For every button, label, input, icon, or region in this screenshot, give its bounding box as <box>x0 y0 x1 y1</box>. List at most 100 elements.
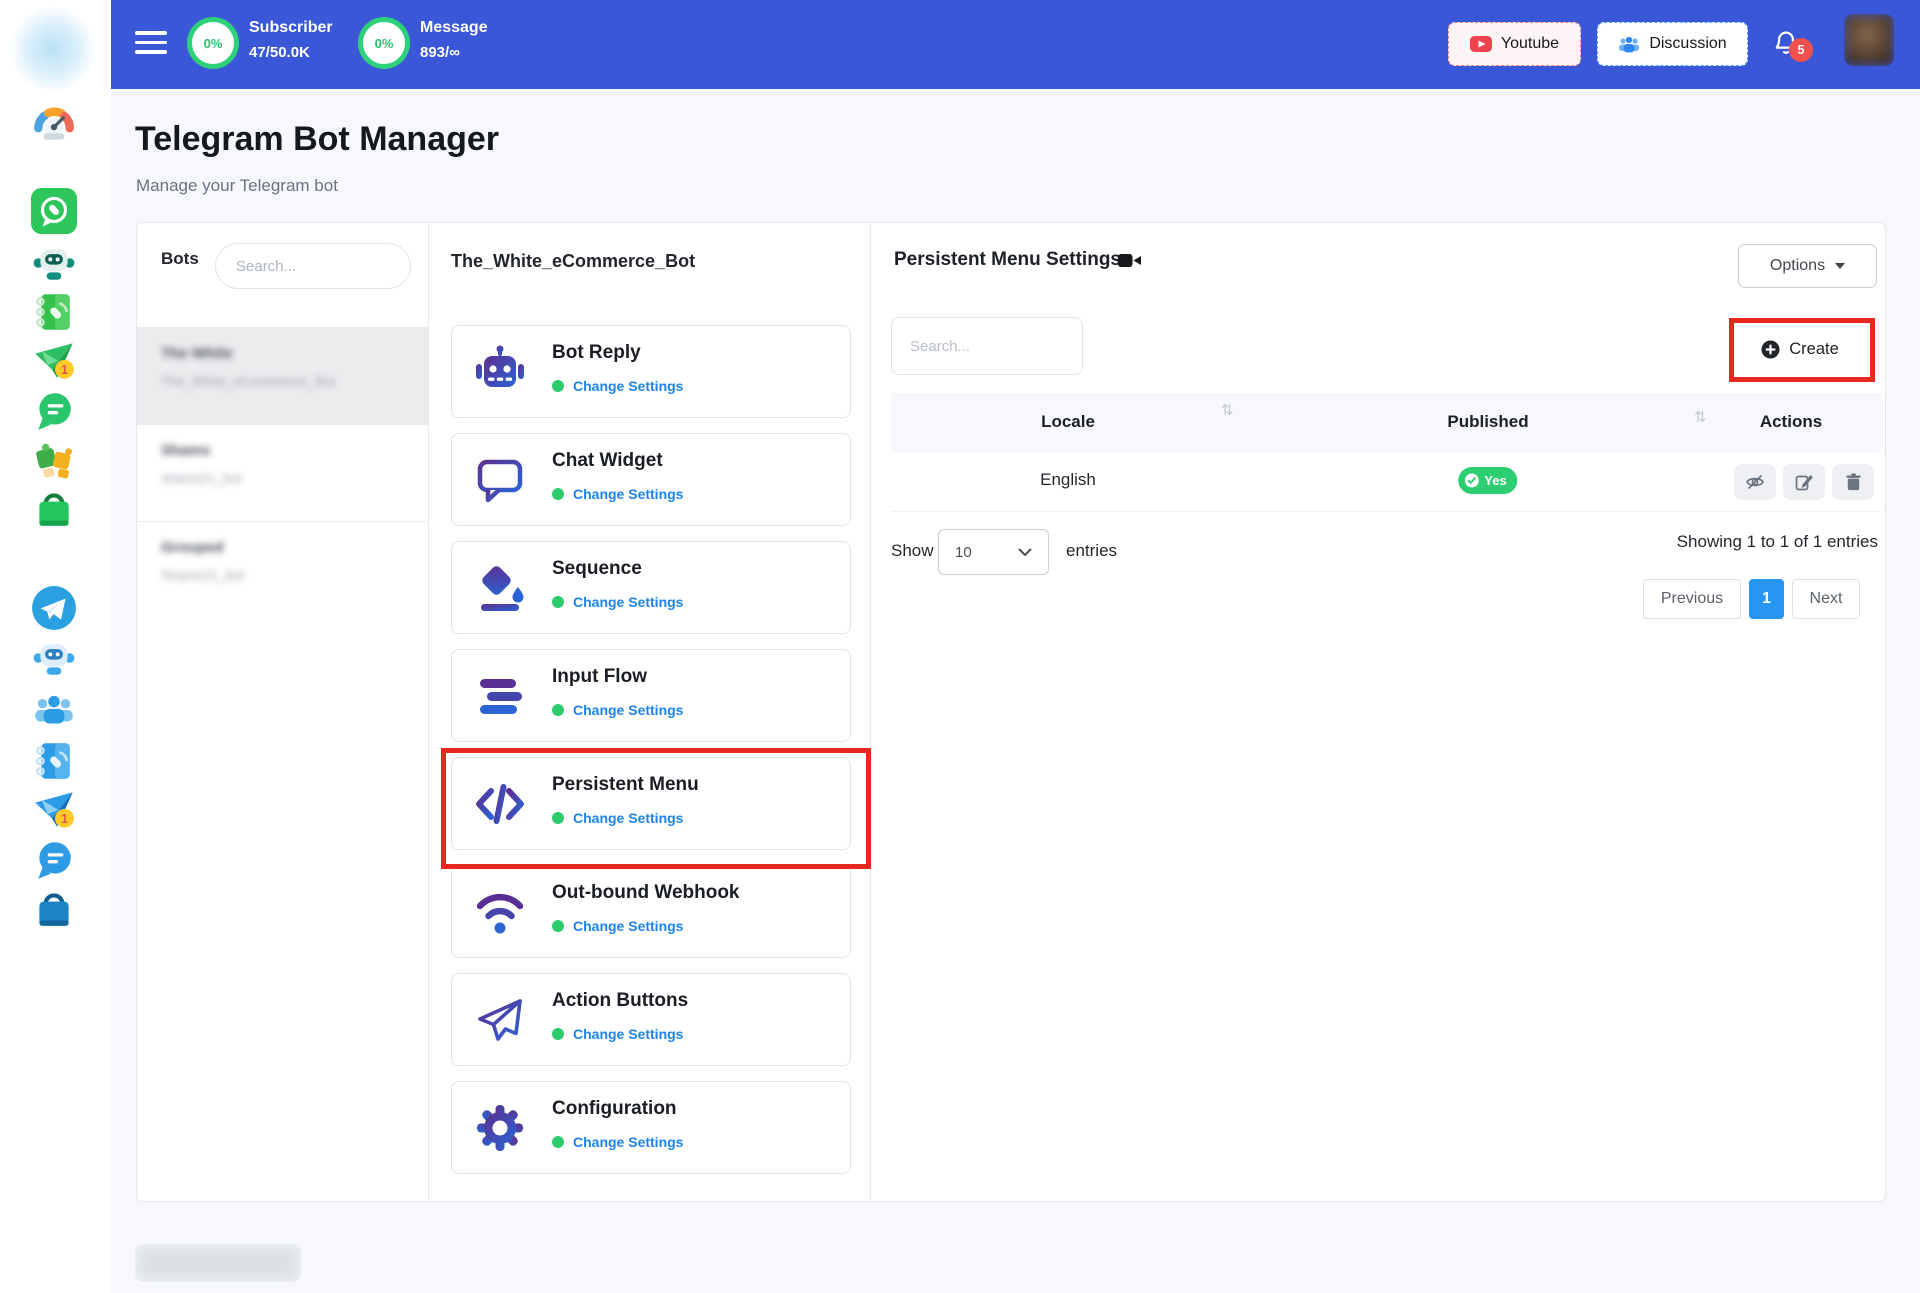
change-settings-link[interactable]: Change Settings <box>573 378 683 394</box>
subscriber-label: Subscriber <box>249 19 333 36</box>
table-header: Locale ⇅ Published ⇅ Actions <box>891 393 1881 453</box>
pagination-previous-button[interactable]: Previous <box>1643 579 1741 619</box>
change-settings-link[interactable]: Change Settings <box>573 810 683 826</box>
chat-bubble-icon <box>472 452 528 508</box>
subscriber-progress-ring: 0% <box>187 17 239 69</box>
user-avatar[interactable] <box>1844 14 1894 66</box>
panel-divider <box>428 223 429 1201</box>
card-action-buttons[interactable]: Action Buttons Change Settings <box>451 973 851 1066</box>
change-settings-link[interactable]: Change Settings <box>573 1026 683 1042</box>
sort-icon[interactable]: ⇅ <box>1221 401 1234 419</box>
app-logo[interactable] <box>10 6 96 92</box>
telegram-bot-icon[interactable] <box>31 635 77 681</box>
livechat-icon[interactable] <box>31 388 77 434</box>
bot-username-blurred: shams21_bot <box>161 471 243 486</box>
card-persistent-menu[interactable]: Persistent Menu Change Settings <box>451 757 851 850</box>
svg-text:1: 1 <box>61 812 68 826</box>
card-title: Bot Reply <box>552 342 641 363</box>
bot-name-blurred: Shams <box>161 442 211 459</box>
bot-username-blurred: The_White_eCommerce_Bot <box>161 374 336 389</box>
card-bot-reply[interactable]: Bot Reply Change Settings <box>451 325 851 418</box>
options-dropdown-button[interactable]: Options <box>1738 244 1877 288</box>
card-outbound-webhook[interactable]: Out-bound Webhook Change Settings <box>451 865 851 958</box>
telegram-store-icon[interactable] <box>31 886 77 932</box>
card-input-flow[interactable]: Input Flow Change Settings <box>451 649 851 742</box>
telegram-icon[interactable] <box>31 585 77 631</box>
show-label: Show <box>891 541 934 560</box>
column-header-published[interactable]: Published <box>1447 412 1528 432</box>
phonebook-icon[interactable] <box>31 289 77 335</box>
telegram-group-icon[interactable] <box>31 688 77 734</box>
plus-circle-icon <box>1761 340 1780 358</box>
locale-cell: English <box>1040 470 1096 489</box>
subscriber-value: 47/50.0K <box>249 44 310 61</box>
robot-icon <box>472 344 528 400</box>
status-dot <box>552 596 564 608</box>
campaign-icon[interactable]: 1 <box>31 338 77 384</box>
youtube-button[interactable]: Youtube <box>1448 22 1581 66</box>
message-percent: 0% <box>374 35 394 51</box>
youtube-button-label: Youtube <box>1500 35 1560 52</box>
card-sequence[interactable]: Sequence Change Settings <box>451 541 851 634</box>
bot-list-item[interactable]: Grouped Shams21_bot <box>137 521 428 618</box>
telegram-livechat-icon[interactable] <box>31 837 77 883</box>
column-header-actions: Actions <box>1759 412 1823 431</box>
card-configuration[interactable]: Configuration Change Settings <box>451 1081 851 1174</box>
status-dot <box>552 380 564 392</box>
telegram-campaign-icon[interactable]: 1 <box>31 787 77 833</box>
svg-text:1: 1 <box>61 363 68 377</box>
change-settings-link[interactable]: Change Settings <box>573 594 683 610</box>
trash-icon[interactable] <box>1832 464 1874 500</box>
card-title: Input Flow <box>552 666 647 687</box>
column-header-locale[interactable]: Locale <box>1041 412 1095 432</box>
video-tutorial-icon[interactable] <box>1118 252 1142 269</box>
card-title: Configuration <box>552 1098 677 1119</box>
edit-icon[interactable] <box>1783 464 1825 500</box>
bots-panel-title: Bots <box>161 249 199 268</box>
bots-search-input[interactable] <box>215 243 411 289</box>
discussion-button[interactable]: Discussion <box>1597 22 1748 66</box>
hamburger-menu-icon[interactable] <box>135 31 167 57</box>
content-panels: Bots The White The_White_eCommerce_Bot S… <box>136 222 1886 1202</box>
change-settings-link[interactable]: Change Settings <box>573 1134 683 1150</box>
page-size-select[interactable]: 10 <box>938 529 1049 575</box>
status-dot <box>552 704 564 716</box>
bars-icon <box>472 668 528 724</box>
menu-search-input[interactable] <box>891 317 1083 375</box>
chevron-down-icon <box>1835 263 1846 269</box>
bot-list-item[interactable]: The White The_White_eCommerce_Bot <box>137 327 428 424</box>
bot-name-blurred: The White <box>161 345 233 362</box>
bot-name-blurred: Grouped <box>161 539 224 556</box>
footer-text-blurred <box>135 1244 301 1282</box>
gear-icon <box>472 1100 528 1156</box>
change-settings-link[interactable]: Change Settings <box>573 486 683 502</box>
whatsapp-icon[interactable] <box>31 188 77 234</box>
check-circle-icon <box>1464 473 1479 488</box>
page-title: Telegram Bot Manager <box>135 120 500 158</box>
telegram-phonebook-icon[interactable] <box>31 738 77 784</box>
create-button[interactable]: Create <box>1740 326 1860 372</box>
card-chat-widget[interactable]: Chat Widget Change Settings <box>451 433 851 526</box>
code-icon <box>472 776 528 832</box>
store-icon[interactable] <box>31 486 77 532</box>
pagination-next-button[interactable]: Next <box>1792 579 1860 619</box>
bot-list-item[interactable]: Shams shams21_bot <box>137 424 428 521</box>
page-size-value: 10 <box>955 543 972 561</box>
panel-divider <box>870 223 871 1201</box>
entries-label: entries <box>1066 541 1118 560</box>
sort-icon[interactable]: ⇅ <box>1694 408 1707 426</box>
chatbot-icon[interactable] <box>31 240 77 286</box>
change-settings-link[interactable]: Change Settings <box>573 702 683 718</box>
published-badge: Yes <box>1458 467 1518 494</box>
dashboard-gauge-icon[interactable] <box>31 101 77 147</box>
create-button-label: Create <box>1789 339 1839 358</box>
status-dot <box>552 812 564 824</box>
integration-icon[interactable] <box>31 437 77 483</box>
chevron-down-icon <box>1018 548 1032 556</box>
paper-plane-icon <box>472 992 528 1048</box>
message-label: Message <box>420 19 488 36</box>
pagination-page-1[interactable]: 1 <box>1749 579 1784 619</box>
hide-eye-slash-icon[interactable] <box>1734 464 1776 500</box>
card-title: Out-bound Webhook <box>552 882 740 903</box>
change-settings-link[interactable]: Change Settings <box>573 918 683 934</box>
